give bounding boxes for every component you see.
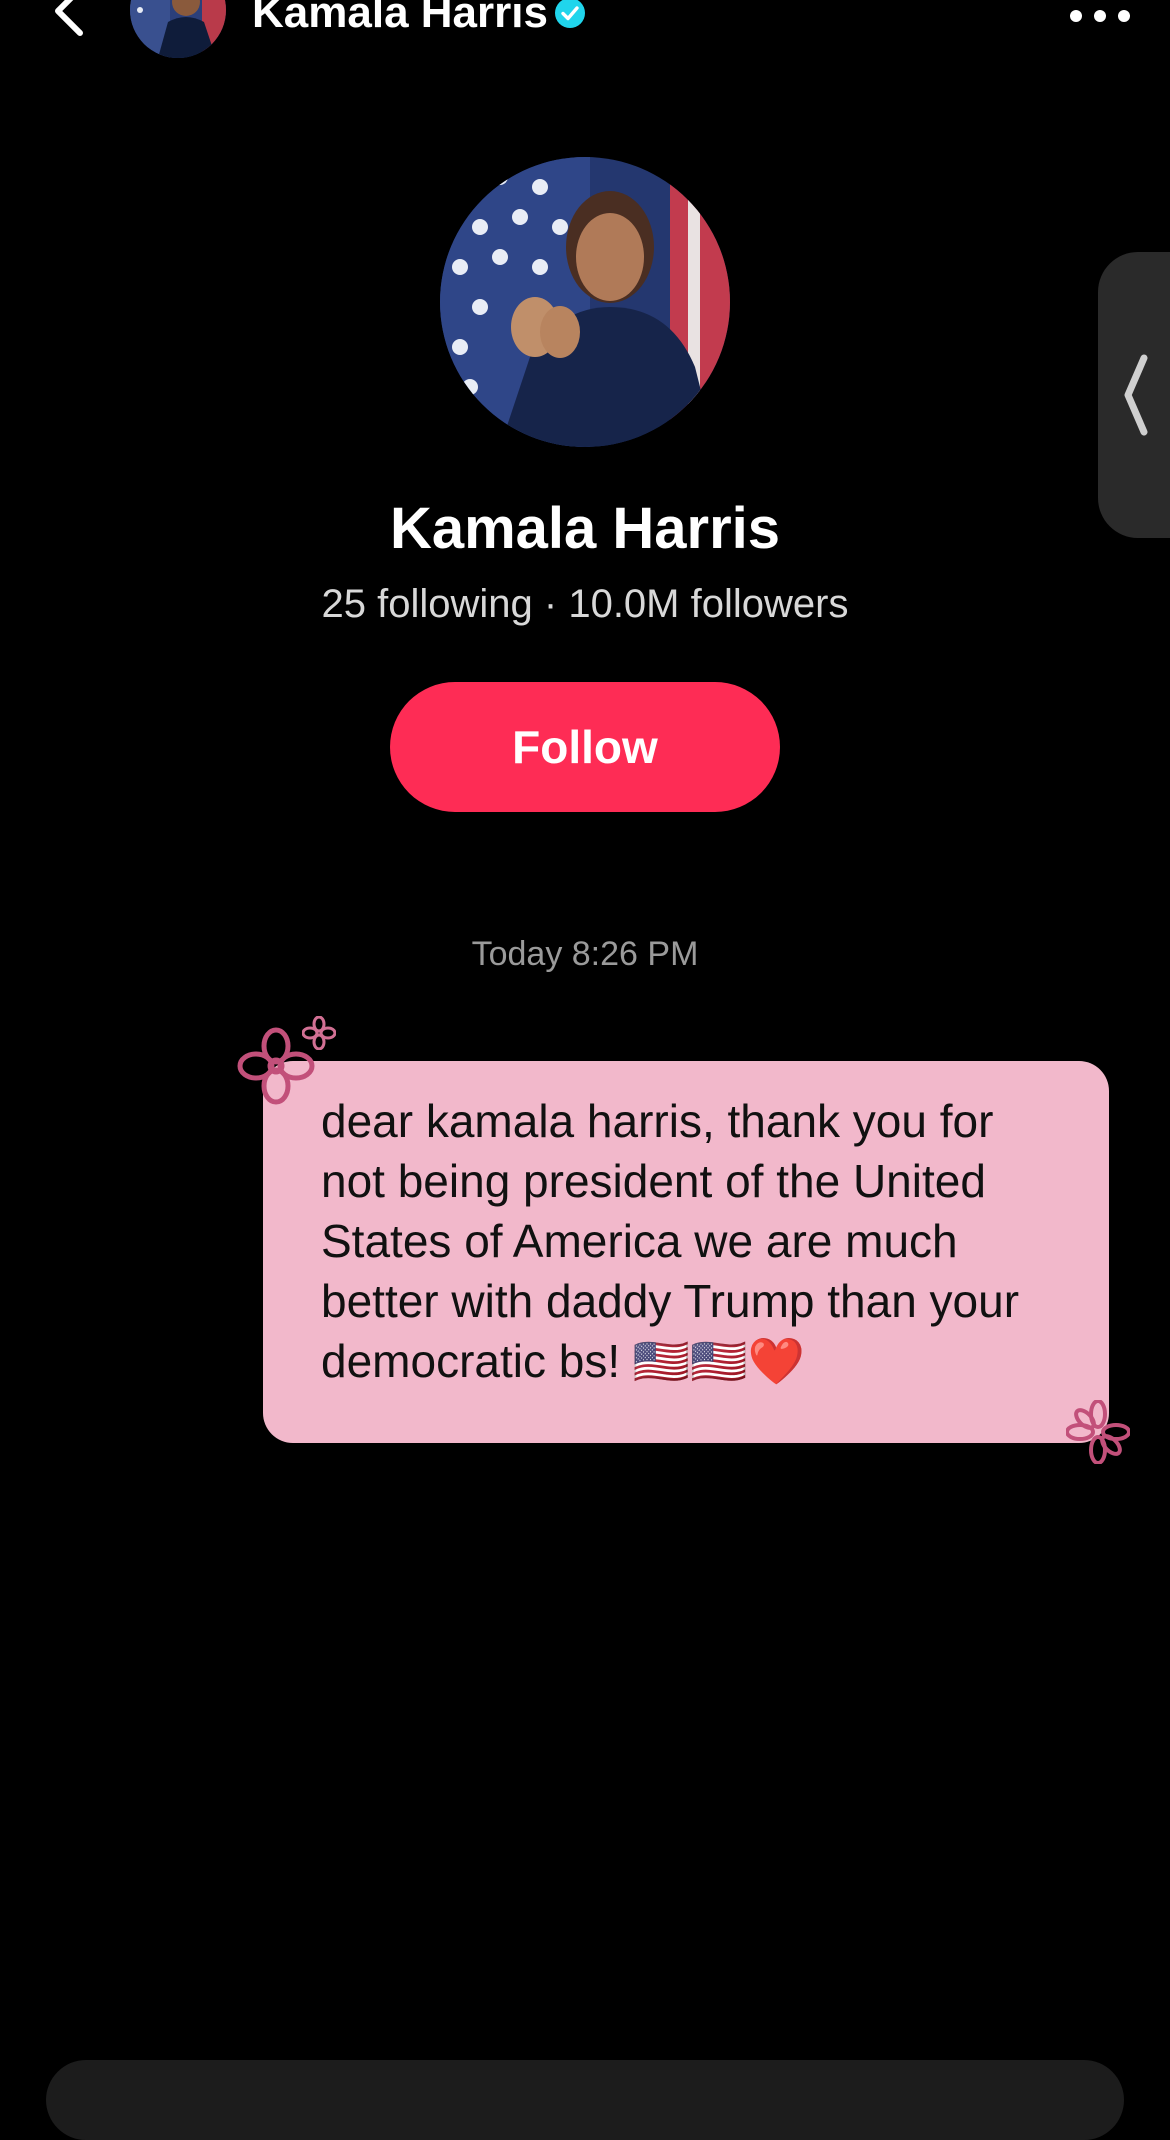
avatar-image	[130, 0, 226, 58]
message-timestamp: Today 8:26 PM	[471, 935, 699, 973]
more-horizontal-icon	[1070, 10, 1130, 22]
verified-badge-icon	[554, 0, 585, 28]
header-title[interactable]: Kamala Harris	[252, 0, 586, 37]
outgoing-message-bubble[interactable]: dear kamala harris, thank you for not be…	[263, 1061, 1109, 1443]
profile-avatar[interactable]	[440, 157, 730, 447]
header-avatar[interactable]	[130, 0, 226, 58]
chevron-left-icon	[55, 0, 83, 36]
header-name-text: Kamala Harris	[252, 0, 548, 37]
more-options-button[interactable]	[1060, 0, 1140, 46]
profile-name: Kamala Harris	[389, 496, 781, 561]
message-input[interactable]	[46, 2060, 1124, 2140]
top-bar: Kamala Harris	[0, 0, 1170, 58]
follow-button[interactable]: Follow	[390, 682, 780, 812]
side-panel-handle[interactable]	[1098, 252, 1170, 538]
flower-sticker-icon	[302, 1016, 336, 1050]
back-button[interactable]	[40, 0, 100, 42]
profile-stats[interactable]: 25 following · 10.0M followers	[0, 582, 1170, 627]
message-text: dear kamala harris, thank you for not be…	[321, 1095, 1020, 1387]
chevron-left-icon	[1124, 354, 1148, 436]
profile-photo	[440, 157, 730, 447]
flower-sticker-icon	[1066, 1400, 1130, 1464]
